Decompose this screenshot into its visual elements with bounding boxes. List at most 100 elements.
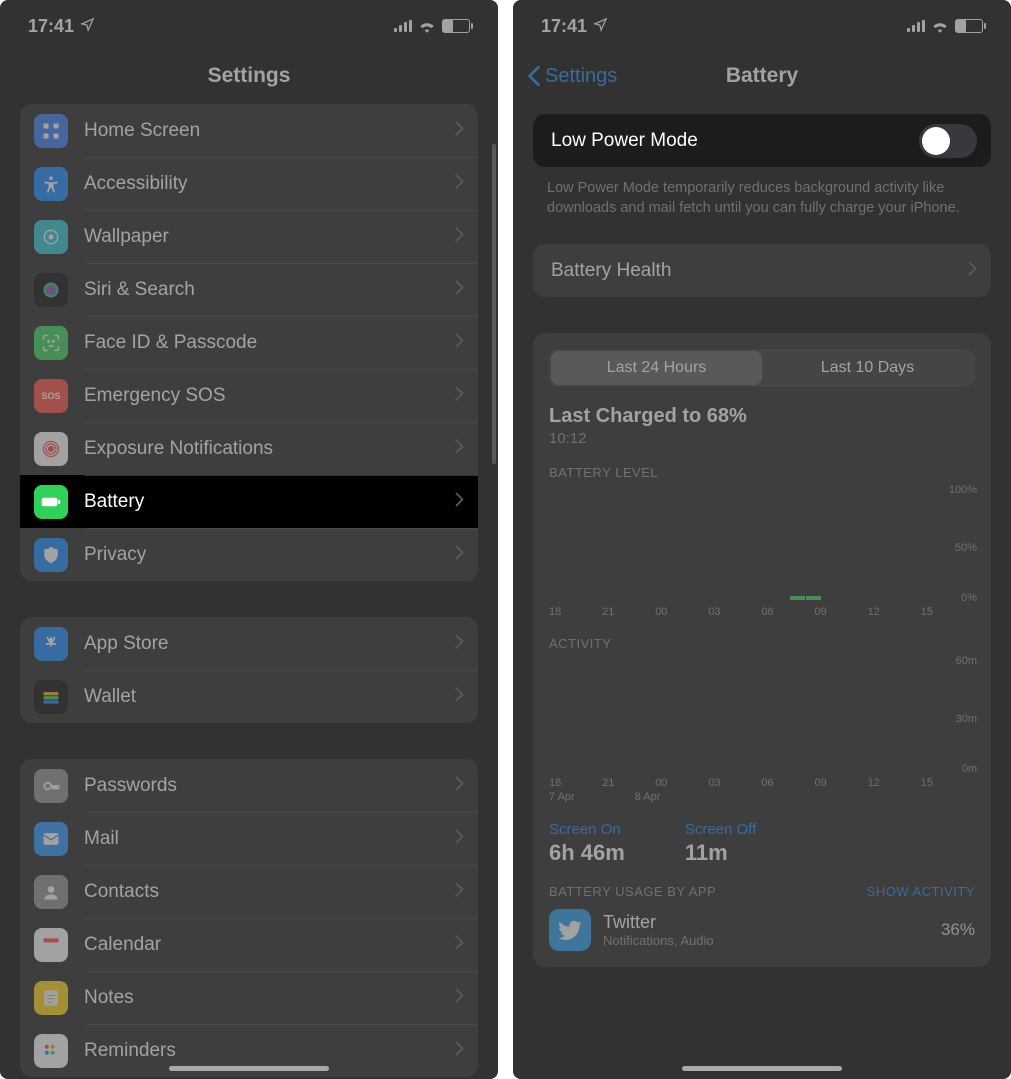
screen-on-value: 6h 46m [549,840,625,866]
seg-10d[interactable]: Last 10 Days [762,351,973,385]
last-charged-title: Last Charged to 68% [549,405,975,428]
settings-row-label: Accessibility [84,173,455,195]
activity-chart: 60m 30m 0m [549,659,975,771]
time-range-segment[interactable]: Last 24 Hours Last 10 Days [549,349,975,387]
settings-row-label: Contacts [84,881,455,903]
battery-health-row[interactable]: Battery Health [533,244,991,297]
settings-row-label: Privacy [84,544,455,566]
home-indicator[interactable] [682,1066,842,1071]
chevron-right-icon [455,935,464,955]
settings-row-passwords[interactable]: Passwords [20,759,478,812]
app-usage-row[interactable]: Twitter Notifications, Audio 36% [549,909,975,951]
settings-row-label: Passwords [84,775,455,797]
mail-icon [34,822,68,856]
settings-row-sos[interactable]: SOS Emergency SOS [20,369,478,422]
settings-row-privacy[interactable]: Privacy [20,528,478,581]
settings-row-notes[interactable]: Notes [20,971,478,1024]
wallpaper-icon [34,220,68,254]
last-charged-time: 10:12 [549,430,975,447]
battery-icon [34,485,68,519]
seg-24h[interactable]: Last 24 Hours [551,351,762,385]
settings-row-wallet[interactable]: Wallet [20,670,478,723]
chevron-right-icon [455,882,464,902]
settings-group: Home Screen Accessibility Wallpaper Siri & … [20,104,478,581]
chevron-right-icon [455,988,464,1008]
activity-xaxis: 1821000306091215 [549,777,975,789]
page-title: Battery [726,64,798,88]
sos-icon: SOS [34,379,68,413]
nav-header: Settings [0,48,498,104]
settings-row-label: Face ID & Passcode [84,332,455,354]
notes-icon [34,981,68,1015]
chevron-right-icon [455,280,464,300]
passwords-icon [34,769,68,803]
home-screen-icon [34,114,68,148]
show-activity-link[interactable]: SHOW ACTIVITY [867,884,975,899]
settings-row-label: Wallet [84,686,455,708]
settings-row-appstore[interactable]: App Store [20,617,478,670]
calendar-icon [34,928,68,962]
home-indicator[interactable] [169,1066,329,1071]
battery-screen: 17:41 Settings Battery Low Power Mode [513,0,1011,1079]
chevron-right-icon [455,545,464,565]
battery-level-label: BATTERY LEVEL [549,465,975,480]
siri-icon [34,273,68,307]
settings-row-exposure[interactable]: Exposure Notifications [20,422,478,475]
settings-list[interactable]: Home Screen Accessibility Wallpaper Siri & … [0,104,498,1079]
back-label: Settings [545,65,617,88]
settings-row-contacts[interactable]: Contacts [20,865,478,918]
settings-row-wallpaper[interactable]: Wallpaper [20,210,478,263]
cellular-icon [394,20,412,32]
settings-row-label: Calendar [84,934,455,956]
chevron-right-icon [455,776,464,796]
location-icon [593,16,608,37]
settings-row-home-screen[interactable]: Home Screen [20,104,478,157]
chevron-right-icon [455,386,464,406]
lpm-label: Low Power Mode [547,130,919,152]
wifi-icon [931,19,949,33]
chevron-right-icon [455,829,464,849]
screen-off-value: 11m [685,840,756,866]
battery-level-xaxis: 1821000306091215 [549,606,975,618]
lpm-toggle[interactable] [919,124,977,158]
chevron-right-icon [455,333,464,353]
settings-row-label: Emergency SOS [84,385,455,407]
page-title: Settings [208,64,291,88]
status-bar: 17:41 [0,0,498,48]
settings-row-accessibility[interactable]: Accessibility [20,157,478,210]
battery-content[interactable]: Low Power Mode Low Power Mode temporaril… [513,104,1011,1079]
settings-row-faceid[interactable]: Face ID & Passcode [20,316,478,369]
app-name: Twitter [603,912,929,933]
settings-row-label: Mail [84,828,455,850]
chevron-right-icon [455,634,464,654]
scrollbar-thumb[interactable] [492,144,496,464]
usage-by-app-header: BATTERY USAGE BY APP SHOW ACTIVITY [549,884,975,899]
activity-label: ACTIVITY [549,636,975,651]
settings-row-label: Siri & Search [84,279,455,301]
settings-row-calendar[interactable]: Calendar [20,918,478,971]
settings-row-label: Reminders [84,1040,455,1062]
usage-summary: Screen On 6h 46m Screen Off 11m [549,821,975,866]
faceid-icon [34,326,68,360]
back-button[interactable]: Settings [527,48,617,104]
settings-row-battery[interactable]: Battery [20,475,478,528]
battery-level-chart: 100% 50% 0% [549,488,975,600]
settings-row-siri[interactable]: Siri & Search [20,263,478,316]
chevron-right-icon [455,492,464,512]
battery-icon [442,19,470,33]
settings-row-label: Home Screen [84,120,455,142]
screen-off-label: Screen Off [685,821,756,838]
battery-icon [955,19,983,33]
location-icon [80,16,95,37]
settings-row-label: Exposure Notifications [84,438,455,460]
settings-row-label: App Store [84,633,455,655]
chevron-right-icon [455,121,464,141]
settings-row-mail[interactable]: Mail [20,812,478,865]
app-sub: Notifications, Audio [603,933,929,948]
chevron-right-icon [455,439,464,459]
privacy-icon [34,538,68,572]
low-power-mode-row[interactable]: Low Power Mode [533,114,991,167]
nav-header: Settings Battery [513,48,1011,104]
battery-stats-card: Last 24 Hours Last 10 Days Last Charged … [533,333,991,967]
settings-row-label: Battery [84,491,455,513]
